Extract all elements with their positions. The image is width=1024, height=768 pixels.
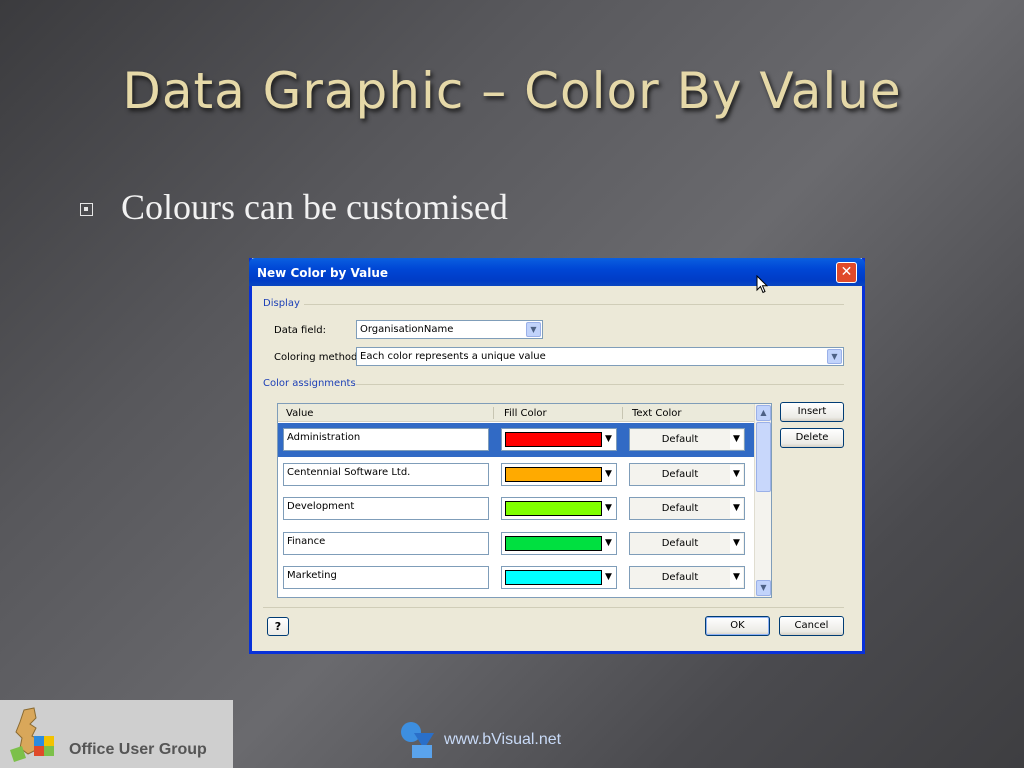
- text-color-value: Default: [661, 468, 699, 480]
- scrollbar-thumb[interactable]: [756, 422, 771, 492]
- text-color-value: Default: [661, 503, 699, 514]
- assignments-section-label: Color assignments: [263, 378, 356, 389]
- color-assignments-grid: Value Fill Color Text Color Administrati…: [277, 403, 772, 598]
- text-color-select[interactable]: Default ▼: [629, 497, 745, 520]
- chevron-down-icon[interactable]: ▼: [602, 533, 615, 553]
- fill-color-swatch: [505, 466, 602, 482]
- cancel-button[interactable]: Cancel: [779, 616, 844, 636]
- value-field[interactable]: Marketing: [283, 566, 489, 589]
- fill-color-select[interactable]: ▼: [501, 531, 617, 555]
- fill-color-swatch: [505, 570, 602, 585]
- fill-color-swatch: [505, 501, 602, 516]
- table-row[interactable]: Finance ▼ Default ▼: [278, 527, 755, 561]
- help-icon: ?: [274, 620, 282, 633]
- office-user-group-logo-icon: [10, 707, 54, 762]
- close-icon: ✕: [840, 264, 853, 280]
- table-row[interactable]: Centennial Software Ltd. ▼ Default ▼: [278, 458, 755, 492]
- delete-button[interactable]: Delete: [780, 428, 844, 448]
- column-header-value[interactable]: Value: [286, 408, 313, 419]
- coloring-method-label: Coloring method:: [274, 352, 361, 363]
- bullet-text: Colours can be customised: [121, 187, 508, 227]
- chevron-down-icon[interactable]: ▼: [602, 499, 615, 518]
- bullet-item: Colours can be customised: [80, 186, 508, 228]
- display-divider: [304, 304, 844, 305]
- text-color-select[interactable]: Default ▼: [629, 428, 745, 451]
- assignments-divider: [356, 384, 844, 385]
- help-button[interactable]: ?: [267, 617, 289, 636]
- chevron-down-icon[interactable]: ▼: [602, 568, 615, 587]
- chevron-down-icon[interactable]: ▼: [827, 349, 842, 364]
- value-field[interactable]: Administration: [283, 428, 489, 451]
- mouse-pointer-icon: [756, 275, 768, 294]
- scroll-down-icon[interactable]: ▼: [756, 580, 771, 596]
- ok-button[interactable]: OK: [705, 616, 770, 636]
- footer-url-link[interactable]: www.bVisual.net: [444, 731, 561, 749]
- chevron-down-icon[interactable]: ▼: [730, 568, 743, 587]
- chevron-down-icon[interactable]: ▼: [602, 464, 615, 484]
- dialog-titlebar[interactable]: New Color by Value ✕: [249, 258, 865, 286]
- fill-color-select[interactable]: ▼: [501, 497, 617, 520]
- column-header-text-color[interactable]: Text Color: [632, 408, 682, 419]
- table-row[interactable]: Marketing ▼ Default ▼: [278, 561, 755, 595]
- close-button[interactable]: ✕: [836, 262, 857, 283]
- chevron-down-icon[interactable]: ▼: [602, 430, 615, 449]
- fill-color-select[interactable]: ▼: [501, 566, 617, 589]
- scroll-up-icon[interactable]: ▲: [756, 405, 771, 421]
- footer-branding: Office User Group: [0, 700, 233, 768]
- table-row[interactable]: Development ▼ Default ▼: [278, 492, 755, 526]
- slide-title: Data Graphic – Color By Value: [122, 62, 902, 120]
- fill-color-select[interactable]: ▼: [501, 428, 617, 451]
- new-color-by-value-dialog: New Color by Value ✕ Display Data field:…: [249, 258, 865, 654]
- text-color-select[interactable]: Default ▼: [629, 462, 745, 486]
- fill-color-select[interactable]: ▼: [501, 462, 617, 486]
- text-color-value: Default: [661, 434, 699, 445]
- grid-scrollbar[interactable]: ▲ ▼: [754, 404, 771, 597]
- insert-button[interactable]: Insert: [780, 402, 844, 422]
- bvisual-logo-icon: [401, 722, 434, 758]
- chevron-down-icon[interactable]: ▼: [730, 533, 743, 553]
- dialog-title: New Color by Value: [257, 266, 389, 280]
- text-color-value: Default: [661, 537, 699, 549]
- chevron-down-icon[interactable]: ▼: [526, 322, 541, 337]
- grid-header: Value Fill Color Text Color: [278, 404, 755, 422]
- coloring-method-select[interactable]: Each color represents a unique value ▼: [356, 347, 844, 366]
- table-row[interactable]: Administration ▼ Default ▼: [278, 423, 755, 457]
- display-section-label: Display: [263, 298, 300, 309]
- chevron-down-icon[interactable]: ▼: [730, 499, 743, 518]
- text-color-value: Default: [661, 572, 699, 583]
- value-field[interactable]: Finance: [283, 531, 489, 555]
- data-field-select[interactable]: OrganisationName ▼: [356, 320, 543, 339]
- text-color-select[interactable]: Default ▼: [629, 531, 745, 555]
- chevron-down-icon[interactable]: ▼: [730, 464, 743, 484]
- text-color-select[interactable]: Default ▼: [629, 566, 745, 589]
- value-field[interactable]: Centennial Software Ltd.: [283, 462, 489, 486]
- square-bullet-icon: [80, 202, 93, 216]
- bottom-divider: [263, 607, 844, 608]
- footer-org-name: Office User Group: [69, 741, 207, 758]
- chevron-down-icon[interactable]: ▼: [730, 430, 743, 449]
- fill-color-swatch: [505, 535, 602, 551]
- fill-color-swatch: [505, 432, 602, 447]
- data-field-value: OrganisationName: [360, 324, 454, 335]
- coloring-method-value: Each color represents a unique value: [360, 351, 546, 362]
- data-field-label: Data field:: [274, 325, 327, 336]
- column-header-fill-color[interactable]: Fill Color: [504, 408, 547, 419]
- value-field[interactable]: Development: [283, 497, 489, 520]
